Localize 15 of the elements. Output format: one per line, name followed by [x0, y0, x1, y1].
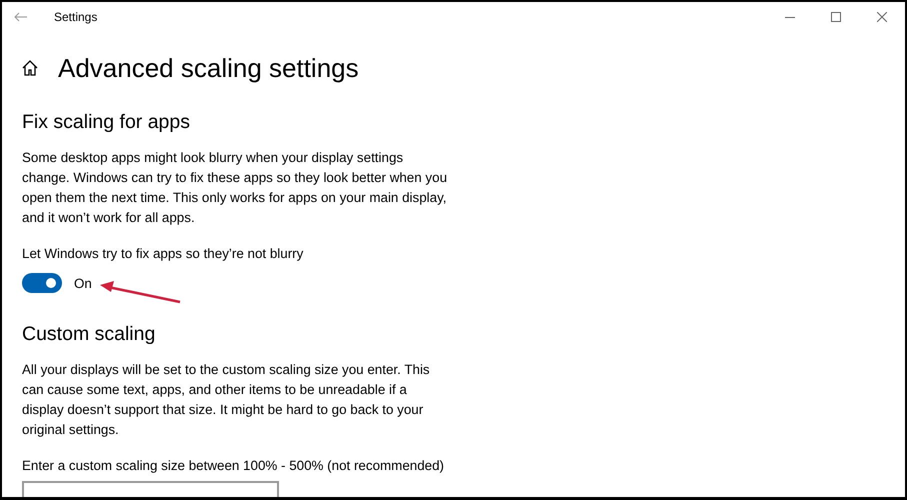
page-title: Advanced scaling settings: [58, 52, 359, 84]
field-label: Enter a custom scaling size between 100% - 500% (not recommended): [22, 458, 446, 473]
section-heading: Custom scaling: [22, 323, 156, 346]
close-icon[interactable]: [877, 12, 887, 22]
section-heading: Fix scaling for apps: [22, 111, 191, 134]
description-text: Some desktop apps might look blurry when your display settings change. Windows can try to fix these apps so they look better when you open them the next time. This only works for apps on your main display, and it won’t work for all apps.: [22, 149, 448, 227]
window-title: Settings: [54, 10, 98, 24]
back-icon[interactable]: [14, 12, 28, 22]
maximize-icon[interactable]: [831, 12, 841, 22]
description-text: All your displays will be set to the custom scaling size you enter. This can cause some text, apps, and other items to be unreadable if a display doesn’t support that size. It might be hard to go back to your original settings.: [22, 361, 431, 439]
toggle-state-text: On: [74, 276, 92, 290]
toggle-switch[interactable]: [22, 273, 62, 293]
minimize-icon[interactable]: [785, 16, 795, 18]
toggle-label: Let Windows try to fix apps so they’re not blurry: [22, 246, 304, 261]
home-icon[interactable]: [22, 60, 38, 76]
